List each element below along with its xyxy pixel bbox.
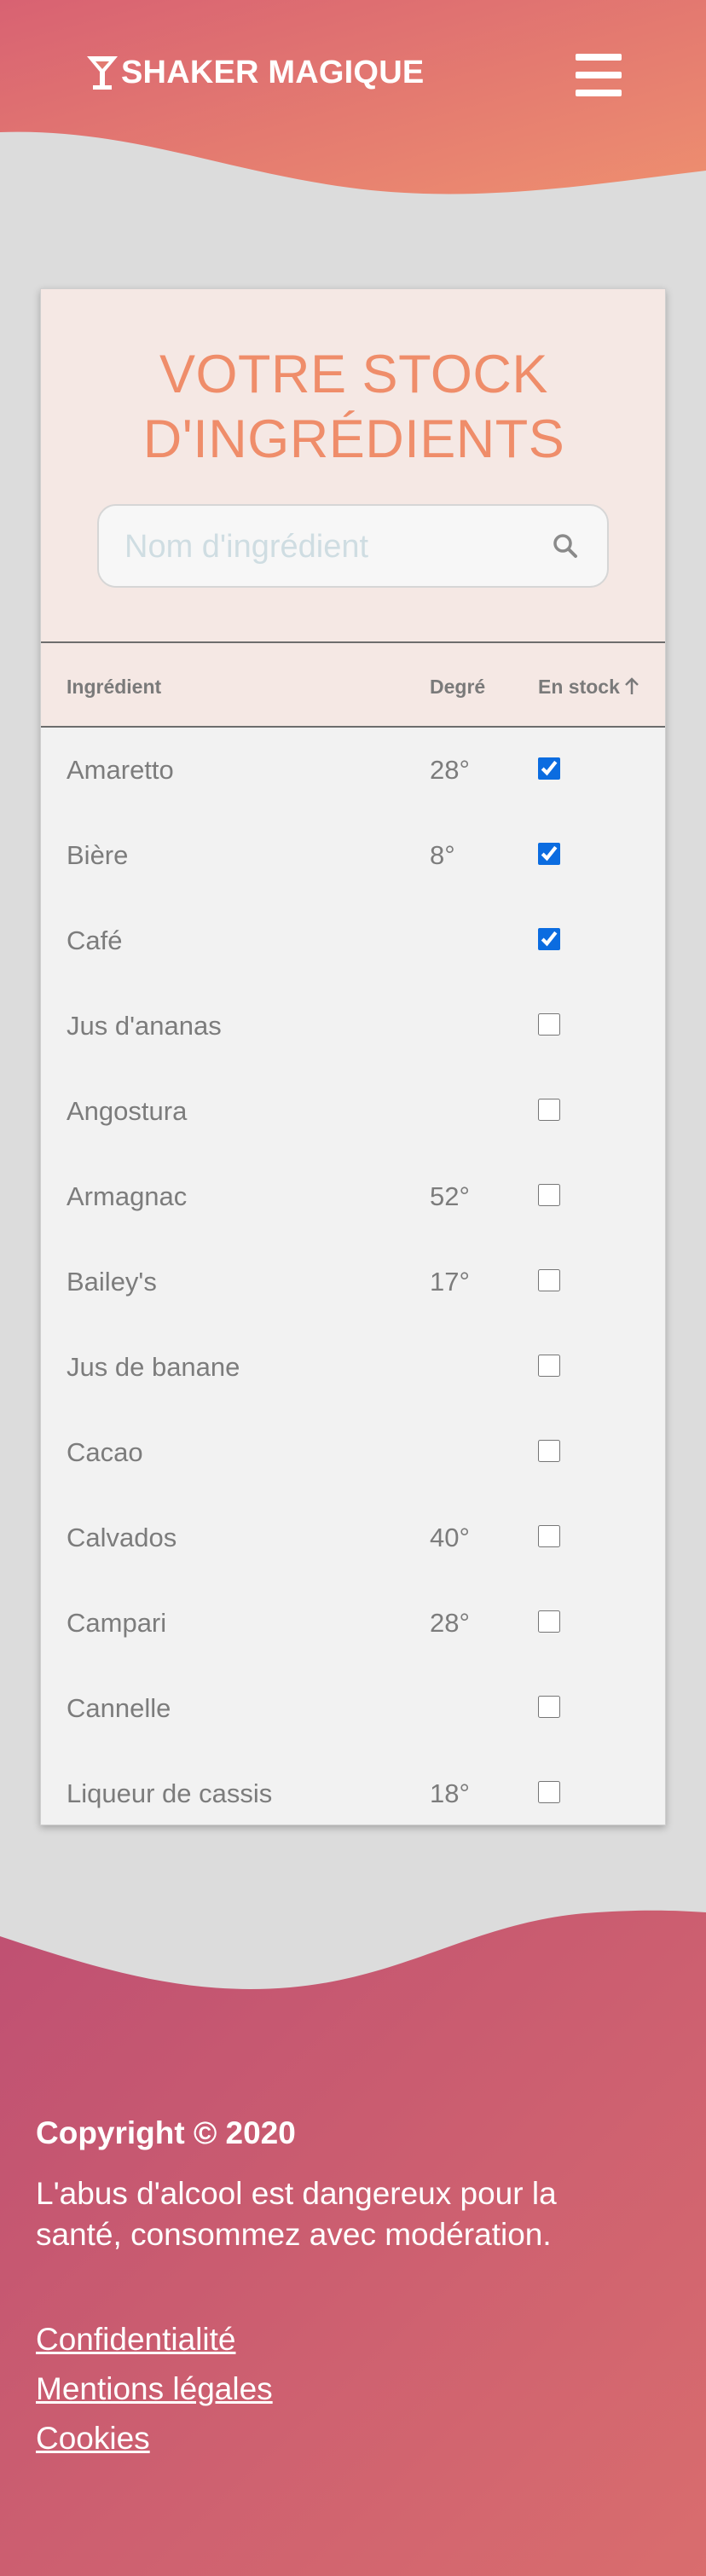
table-row: Armagnac 52° [41,1154,665,1239]
ingredient-degree: 40° [430,1523,470,1552]
in-stock-checkbox[interactable] [538,843,560,865]
in-stock-checkbox[interactable] [538,757,560,780]
in-stock-checkbox[interactable] [538,1184,560,1206]
search-icon[interactable] [551,531,582,562]
in-stock-checkbox[interactable] [538,1269,560,1291]
table-row: Bière 8° [41,813,665,898]
in-stock-checkbox[interactable] [538,1355,560,1377]
column-header-degree[interactable]: Degré [430,675,485,699]
hamburger-icon-bar [576,72,622,78]
in-stock-checkbox[interactable] [538,1696,560,1718]
ingredient-name: Amaretto [67,755,174,785]
ingredient-name: Cacao [67,1437,143,1467]
copyright-text: Copyright © 2020 [36,2115,296,2150]
table-row: Bailey's 17° [41,1239,665,1325]
ingredient-name: Liqueur de cassis [67,1778,273,1808]
table-row: Jus de banane [41,1325,665,1410]
sort-arrow-up-icon [624,677,639,694]
brand-name: SHAKER MAGIQUE [121,55,425,90]
table-header: Ingrédient Degré En stock [41,641,665,728]
ingredient-degree: 8° [430,840,455,870]
ingredient-name: Jus d'ananas [67,1011,222,1041]
ingredient-name: Angostura [67,1096,188,1126]
table-row: Campari 28° [41,1581,665,1666]
column-header-stock[interactable]: En stock [538,675,640,699]
ingredient-degree: 28° [430,1608,470,1638]
ingredient-name: Campari [67,1608,167,1638]
search-box[interactable] [97,504,609,588]
column-header-stock-label: En stock [538,676,620,698]
in-stock-checkbox[interactable] [538,1099,560,1121]
table-row: Calvados 40° [41,1495,665,1581]
ingredient-name: Bière [67,840,129,870]
ingredient-name: Calvados [67,1523,177,1552]
privacy-link[interactable]: Confidentialité [36,2320,235,2359]
ingredient-name: Café [67,925,123,955]
ingredient-name: Jus de banane [67,1352,240,1382]
table-row: Amaretto 28° [41,728,665,813]
ingredient-name: Armagnac [67,1181,188,1211]
in-stock-checkbox[interactable] [538,1013,560,1036]
table-row: Cacao [41,1410,665,1495]
site-footer: Copyright © 2020 L'abus d'alcool est dan… [0,1902,706,2576]
legal-notice-link[interactable]: Mentions légales [36,2370,273,2409]
table-row: Café [41,898,665,983]
site-header: SHAKER MAGIQUE [0,0,706,205]
hamburger-icon-bar [576,90,622,96]
brand-logo[interactable]: SHAKER MAGIQUE [85,53,424,92]
column-header-ingredient[interactable]: Ingrédient [67,675,161,699]
search-input[interactable] [124,525,534,569]
in-stock-checkbox[interactable] [538,1781,560,1803]
ingredient-degree: 28° [430,755,470,785]
page-title: VOTRE STOCK D'INGRÉDIENTS [142,345,565,469]
cookies-link[interactable]: Cookies [36,2419,150,2458]
ingredient-name: Bailey's [67,1267,157,1297]
ingredient-degree: 18° [430,1778,470,1808]
ingredient-name: Cannelle [67,1693,171,1723]
ingredient-table-body: Amaretto 28° Bière 8° Café Jus d'ananas Angost… [41,728,665,1825]
hamburger-icon-bar [576,54,622,61]
in-stock-checkbox[interactable] [538,1610,560,1633]
table-row: Jus d'ananas [41,983,665,1069]
cocktail-glass-icon [87,56,118,90]
table-row: Angostura [41,1069,665,1154]
in-stock-checkbox[interactable] [538,928,560,950]
table-row: Liqueur de cassis 18° [41,1751,665,1825]
table-row: Cannelle [41,1666,665,1751]
in-stock-checkbox[interactable] [538,1525,560,1547]
ingredient-degree: 17° [430,1267,470,1297]
header-wave-background [0,0,706,194]
in-stock-checkbox[interactable] [538,1440,560,1462]
ingredient-degree: 52° [430,1181,470,1211]
card-header: VOTRE STOCK D'INGRÉDIENTS [41,289,665,641]
stock-card: VOTRE STOCK D'INGRÉDIENTS Ingrédient Deg… [40,288,666,1825]
alcohol-warning: L'abus d'alcool est dangereux pour la sa… [36,2176,557,2252]
menu-button[interactable] [576,54,622,96]
